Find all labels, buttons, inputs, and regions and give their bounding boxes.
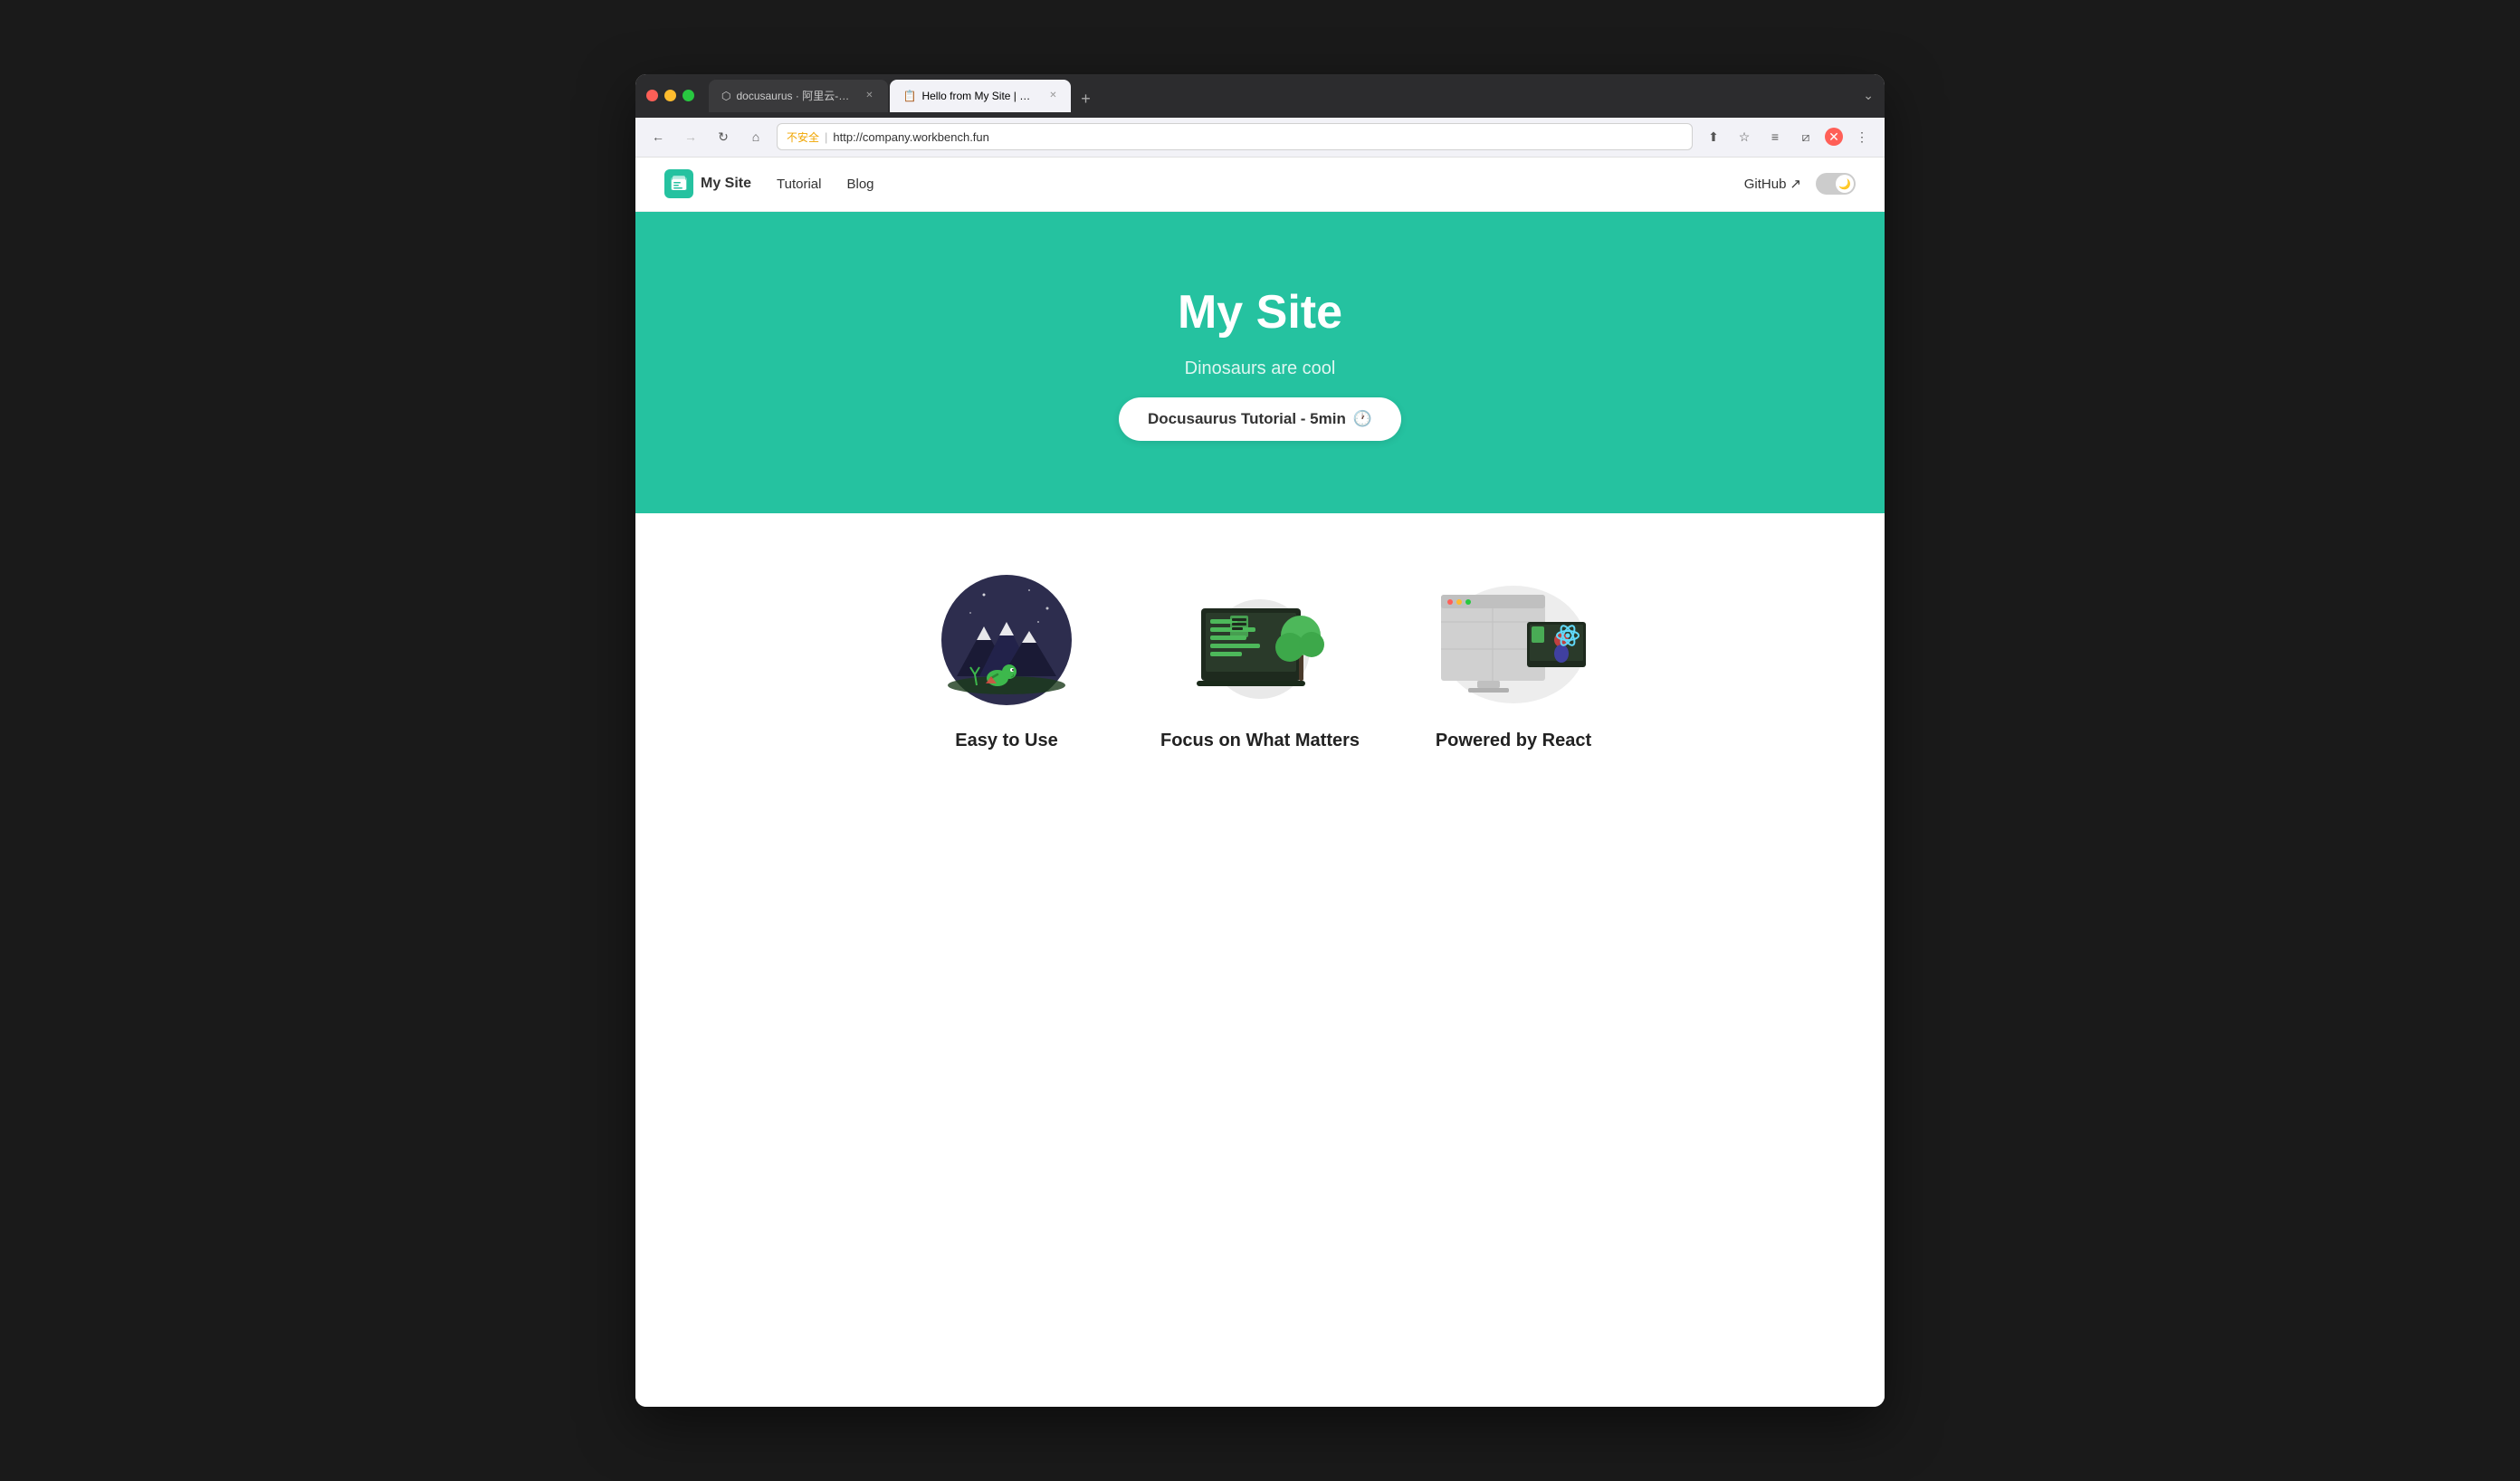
- feature-title-focus: Focus on What Matters: [1160, 731, 1360, 751]
- site-navbar: My Site Tutorial Blog GitHub ↗ 🌙: [635, 158, 1885, 212]
- new-tab-button[interactable]: +: [1073, 87, 1098, 112]
- tabs-area: ⬡ docusaurus · 阿里云-云开发平... ✕ 📋 Hello fro…: [709, 80, 1856, 112]
- feature-illustration-react: [1423, 568, 1604, 712]
- tutorial-button[interactable]: Docusaurus Tutorial - 5min 🕐: [1119, 397, 1401, 441]
- hero-title: My Site: [1178, 284, 1342, 340]
- feature-illustration-easy: [916, 568, 1097, 712]
- site-logo-icon: [664, 169, 693, 198]
- docusaurus-tab-label: docusaurus · 阿里云-云开发平...: [736, 88, 854, 103]
- feature-card-focus: Focus on What Matters: [1160, 568, 1360, 751]
- feature-card-react: Powered by React: [1414, 568, 1613, 751]
- mysite-tab-icon: 📋: [902, 90, 916, 102]
- browser-window: ⬡ docusaurus · 阿里云-云开发平... ✕ 📋 Hello fro…: [635, 74, 1885, 1407]
- docusaurus-tab-close[interactable]: ✕: [863, 90, 875, 102]
- react-svg: [1427, 568, 1599, 712]
- features-section: Easy to Use: [635, 513, 1885, 769]
- site-nav-links: Tutorial Blog: [777, 177, 874, 192]
- reader-icon[interactable]: ≡: [1763, 125, 1787, 148]
- traffic-lights: [646, 90, 694, 101]
- toggle-knob: 🌙: [1836, 175, 1854, 193]
- easy-to-use-svg: [921, 568, 1093, 712]
- feature-title-react: Powered by React: [1436, 731, 1591, 751]
- maximize-traffic-light[interactable]: [682, 90, 694, 101]
- focus-svg: [1174, 568, 1346, 712]
- feature-illustration-focus: [1169, 568, 1351, 712]
- logo-svg: [669, 174, 689, 194]
- url-text: http://company.workbench.fun: [833, 130, 988, 144]
- nav-blog[interactable]: Blog: [846, 177, 873, 192]
- tab-docusaurus[interactable]: ⬡ docusaurus · 阿里云-云开发平... ✕: [709, 80, 888, 112]
- mysite-tab-label: Hello from My Site | My Site: [921, 90, 1038, 102]
- tab-mysite[interactable]: 📋 Hello from My Site | My Site ✕: [890, 80, 1071, 112]
- security-warning: 不安全: [787, 129, 819, 145]
- refresh-button[interactable]: ↻: [711, 125, 735, 148]
- feature-title-easy: Easy to Use: [955, 731, 1057, 751]
- url-separator: |: [825, 130, 827, 144]
- url-bar[interactable]: 不安全 | http://company.workbench.fun: [777, 123, 1693, 150]
- bookmark-icon[interactable]: ☆: [1732, 125, 1756, 148]
- external-link-icon: ↗: [1790, 176, 1801, 192]
- close-traffic-light[interactable]: [646, 90, 658, 101]
- site-logo[interactable]: My Site: [664, 169, 751, 198]
- browser-close-button[interactable]: ✕: [1825, 128, 1843, 146]
- nav-tutorial[interactable]: Tutorial: [777, 177, 821, 192]
- dark-mode-toggle[interactable]: 🌙: [1816, 173, 1856, 195]
- minimize-traffic-light[interactable]: [664, 90, 676, 101]
- site-name: My Site: [701, 176, 751, 192]
- share-icon[interactable]: ⬆: [1702, 125, 1725, 148]
- docusaurus-tab-icon: ⬡: [721, 90, 730, 102]
- extensions-icon[interactable]: ⧄: [1794, 125, 1818, 148]
- hero-subtitle: Dinosaurs are cool: [1185, 358, 1336, 379]
- tutorial-button-label: Docusaurus Tutorial - 5min: [1148, 410, 1346, 428]
- site-nav-right: GitHub ↗ 🌙: [1744, 173, 1856, 195]
- mysite-tab-close[interactable]: ✕: [1047, 90, 1058, 102]
- clock-icon: 🕐: [1353, 410, 1372, 428]
- tabs-expand-icon[interactable]: ⌄: [1863, 88, 1874, 103]
- page-content: My Site Tutorial Blog GitHub ↗ 🌙 My Site…: [635, 158, 1885, 1407]
- github-label: GitHub: [1744, 177, 1787, 192]
- forward-button[interactable]: →: [679, 125, 702, 148]
- address-bar: ← → ↻ ⌂ 不安全 | http://company.workbench.f…: [635, 118, 1885, 158]
- title-bar: ⬡ docusaurus · 阿里云-云开发平... ✕ 📋 Hello fro…: [635, 74, 1885, 118]
- feature-card-easy: Easy to Use: [907, 568, 1106, 751]
- home-button[interactable]: ⌂: [744, 125, 768, 148]
- hero-section: My Site Dinosaurs are cool Docusaurus Tu…: [635, 212, 1885, 513]
- toolbar-right: ⬆ ☆ ≡ ⧄ ✕ ⋮: [1702, 125, 1874, 148]
- menu-icon[interactable]: ⋮: [1850, 125, 1874, 148]
- github-link[interactable]: GitHub ↗: [1744, 176, 1801, 192]
- back-button[interactable]: ←: [646, 125, 670, 148]
